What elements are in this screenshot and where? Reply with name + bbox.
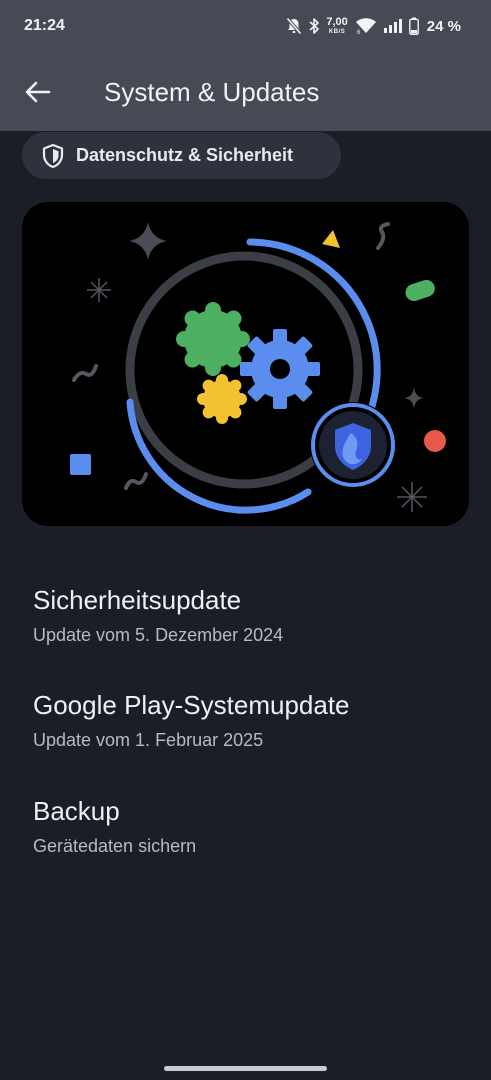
gear-icon xyxy=(240,329,320,409)
pill-shape xyxy=(405,279,435,301)
squiggle-shape xyxy=(72,364,98,382)
list-item-security-update[interactable]: Sicherheitsupdate Update vom 5. Dezember… xyxy=(0,585,491,681)
status-icons: 7,00 KB/S 6 24 % xyxy=(286,14,461,38)
burst-shape xyxy=(397,482,427,512)
wifi-icon: 6 xyxy=(355,18,376,35)
yellow-flower xyxy=(197,374,247,424)
arrow-left-icon xyxy=(25,81,51,103)
squiggle-shape xyxy=(376,222,390,250)
item-subtitle: Gerätedaten sichern xyxy=(33,836,197,856)
dot-shape xyxy=(424,430,446,452)
sparkle-shape xyxy=(129,222,167,260)
shield-icon xyxy=(42,143,64,168)
item-title: Google Play-Systemupdate xyxy=(33,690,350,720)
home-indicator[interactable] xyxy=(164,1066,327,1071)
chip-label: Datenschutz & Sicherheit xyxy=(76,145,294,165)
burst-shape xyxy=(87,278,111,302)
shield-icon xyxy=(310,402,396,488)
item-title: Sicherheitsupdate xyxy=(33,585,242,615)
square-shape xyxy=(70,454,91,475)
page-title: System & Updates xyxy=(104,77,320,107)
item-subtitle: Update vom 1. Februar 2025 xyxy=(33,730,264,750)
sparkle-shape xyxy=(404,387,424,409)
privacy-security-chip[interactable]: Datenschutz & Sicherheit xyxy=(22,132,341,179)
list-item-google-play-update[interactable]: Google Play-Systemupdate Update vom 1. F… xyxy=(0,690,491,786)
svg-text:6: 6 xyxy=(357,30,361,35)
item-title: Backup xyxy=(33,796,120,826)
list-item-backup[interactable]: Backup Gerätedaten sichern xyxy=(0,796,491,892)
triangle-shape xyxy=(322,230,340,248)
status-time: 21:24 xyxy=(24,17,65,34)
battery-percent: 24 % xyxy=(426,17,461,35)
mute-bell-icon xyxy=(286,17,303,35)
green-flower xyxy=(176,302,250,376)
hero-illustration xyxy=(22,202,469,526)
battery-icon xyxy=(408,17,419,35)
back-button[interactable] xyxy=(18,72,58,112)
net-speed-unit: KB/S xyxy=(328,29,346,35)
bluetooth-icon xyxy=(309,18,320,34)
signal-icon xyxy=(383,19,402,33)
status-bar: 21:24 7,00 KB/S 6 24 % xyxy=(0,0,491,52)
item-subtitle: Update vom 5. Dezember 2024 xyxy=(33,625,284,645)
screen: 21:24 7,00 KB/S 6 24 % System & Updates … xyxy=(0,0,491,1080)
app-bar: System & Updates xyxy=(0,52,491,131)
illustration-graphic xyxy=(70,222,446,514)
network-speed: 7,00 KB/S xyxy=(326,16,348,36)
net-speed-value: 7,00 xyxy=(326,16,348,28)
squiggle-shape xyxy=(124,472,148,490)
